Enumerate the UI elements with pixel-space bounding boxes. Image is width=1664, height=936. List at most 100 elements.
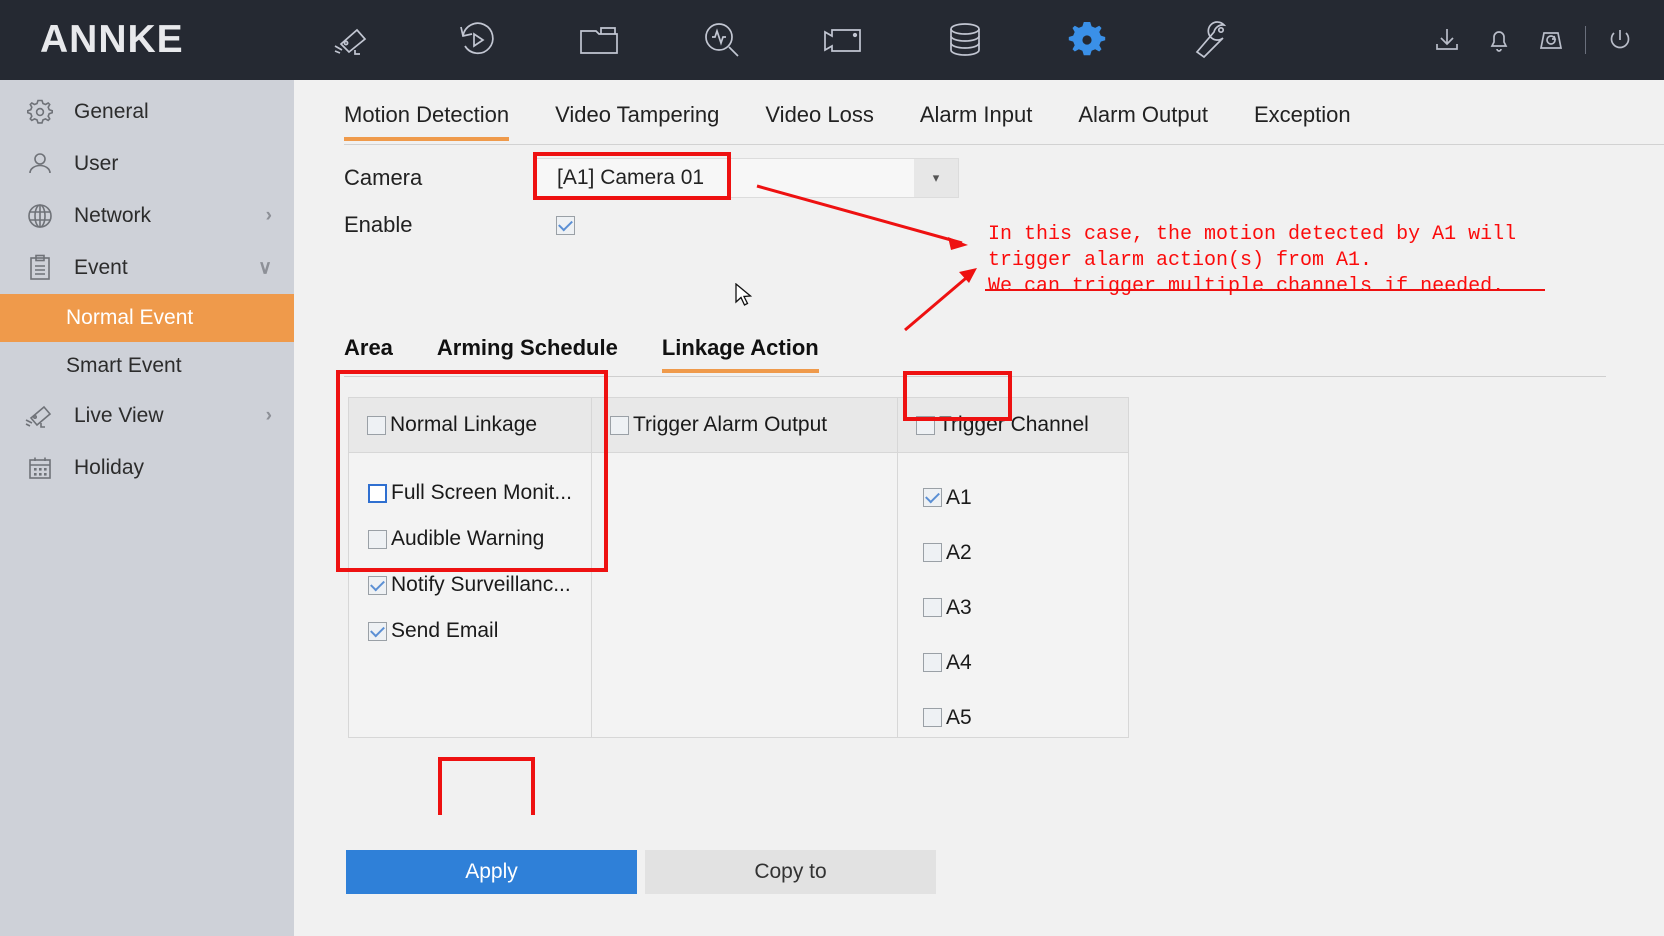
sidebar-item-label: User: [74, 152, 119, 175]
audible-warning-checkbox[interactable]: [368, 529, 387, 549]
sidebar-item-label: Holiday: [74, 456, 145, 479]
list-item-label: A5: [946, 705, 972, 729]
top-right-actions: [1421, 0, 1646, 80]
column-header-label: Normal Linkage: [390, 413, 538, 436]
linkage-sub-tabs: Area Arming Schedule Linkage Action: [344, 335, 863, 373]
sidebar-item-smart-event[interactable]: Smart Event: [0, 342, 294, 390]
list-item-label: A1: [946, 485, 972, 509]
camera-icon[interactable]: [294, 0, 416, 80]
tab-video-loss[interactable]: Video Loss: [765, 102, 873, 141]
annotation-line-1: In this case, the motion detected by A1 …: [988, 223, 1517, 246]
download-icon[interactable]: [1421, 0, 1473, 80]
sidebar-item-normal-event[interactable]: Normal Event: [0, 294, 294, 342]
tab-motion-detection[interactable]: Motion Detection: [344, 102, 510, 141]
column-header-normal-linkage: Normal Linkage: [349, 398, 591, 453]
sidebar-item-network[interactable]: Network ›: [0, 190, 294, 242]
gear-icon[interactable]: [1026, 0, 1148, 80]
list-item[interactable]: Notify Surveillanc...: [349, 562, 591, 608]
channel-a5-checkbox[interactable]: [923, 708, 942, 727]
folder-icon[interactable]: [538, 0, 660, 80]
wrench-icon[interactable]: [1148, 0, 1270, 80]
bell-icon[interactable]: [1473, 0, 1525, 80]
sidebar: General User Network › Event ∨ Normal Ev…: [0, 80, 294, 936]
sidebar-item-label: Event: [74, 256, 128, 279]
channel-a1-checkbox[interactable]: [923, 488, 942, 507]
list-item[interactable]: A3: [898, 580, 1128, 635]
power-icon[interactable]: [1594, 0, 1646, 80]
column-body: A1 A2 A3 A4 A5: [898, 453, 1128, 745]
refresh-box-icon[interactable]: [1525, 0, 1577, 80]
annotation-line-2: trigger alarm action(s) from A1.: [988, 249, 1373, 272]
column-trigger-alarm-output: Trigger Alarm Output: [592, 398, 898, 737]
channel-a2-checkbox[interactable]: [923, 543, 942, 562]
enable-row: Enable: [344, 212, 959, 238]
divider: [1585, 26, 1586, 54]
column-header-trigger-alarm-output: Trigger Alarm Output: [592, 398, 897, 453]
sidebar-item-user[interactable]: User: [0, 138, 294, 190]
camera-select[interactable]: [A1] Camera 01 ▾: [534, 158, 959, 198]
sidebar-item-label: General: [74, 100, 149, 123]
apply-button[interactable]: Apply: [346, 850, 637, 894]
annotation-line-3: We can trigger multiple channels if need…: [988, 275, 1505, 298]
list-item-label: A4: [946, 650, 972, 674]
linkage-action-table: Normal Linkage Full Screen Monit... Audi…: [348, 397, 1129, 738]
camera-row: Camera [A1] Camera 01 ▾: [344, 158, 959, 198]
list-item[interactable]: A5: [898, 690, 1128, 745]
select-all-checkbox[interactable]: [916, 415, 935, 435]
list-item[interactable]: A1: [898, 470, 1128, 525]
camera-icon: [20, 399, 60, 433]
channel-a3-checkbox[interactable]: [923, 598, 942, 617]
app-root: ANNKE General User Network › Event ∨ Nor…: [0, 0, 1664, 936]
column-normal-linkage: Normal Linkage Full Screen Monit... Audi…: [349, 398, 592, 737]
enable-label: Enable: [344, 212, 413, 237]
list-item[interactable]: A4: [898, 635, 1128, 690]
select-all-checkbox[interactable]: [610, 415, 629, 435]
list-item[interactable]: Audible Warning: [349, 516, 591, 562]
brand-logo: ANNKE: [40, 18, 184, 61]
full-screen-monitoring-checkbox[interactable]: [368, 483, 387, 503]
event-type-tabs: Motion Detection Video Tampering Video L…: [344, 102, 1397, 141]
tab-alarm-output[interactable]: Alarm Output: [1078, 102, 1208, 141]
user-icon: [20, 147, 60, 181]
sidebar-item-event[interactable]: Event ∨: [0, 242, 294, 294]
tab-area[interactable]: Area: [344, 335, 393, 373]
list-item[interactable]: A2: [898, 525, 1128, 580]
sidebar-subitem-label: Normal Event: [66, 306, 194, 329]
storage-icon[interactable]: [904, 0, 1026, 80]
list-item-label: A2: [946, 540, 972, 564]
notify-surveillance-center-checkbox[interactable]: [368, 575, 387, 595]
camera-select-value: [A1] Camera 01: [557, 166, 705, 189]
column-body: [592, 453, 897, 470]
tab-exception[interactable]: Exception: [1254, 102, 1351, 141]
tab-alarm-input[interactable]: Alarm Input: [920, 102, 1033, 141]
column-trigger-channel: Trigger Channel A1 A2 A3 A4 A5: [898, 398, 1128, 737]
clipboard-icon: [20, 251, 60, 285]
list-item-label: Full Screen Monit...: [391, 481, 572, 504]
list-item-label: Audible Warning: [391, 527, 545, 550]
playback-icon[interactable]: [416, 0, 538, 80]
select-all-checkbox[interactable]: [367, 415, 386, 435]
gear-icon: [20, 95, 60, 129]
sidebar-item-live-view[interactable]: Live View ›: [0, 390, 294, 442]
tab-arming-schedule[interactable]: Arming Schedule: [437, 335, 618, 373]
video-record-icon[interactable]: [782, 0, 904, 80]
chevron-right-icon: ›: [265, 205, 272, 226]
copy-to-button[interactable]: Copy to: [645, 850, 936, 894]
tab-video-tampering[interactable]: Video Tampering: [555, 102, 719, 141]
sidebar-item-general[interactable]: General: [0, 86, 294, 138]
sidebar-item-holiday[interactable]: Holiday: [0, 442, 294, 494]
list-item-label: A3: [946, 595, 972, 619]
list-item[interactable]: Send Email: [349, 608, 591, 654]
chevron-right-icon: ›: [265, 405, 272, 426]
search-analytics-icon[interactable]: [660, 0, 782, 80]
action-buttons: Apply Copy to: [346, 850, 936, 894]
tab-linkage-action[interactable]: Linkage Action: [661, 335, 819, 373]
send-email-checkbox[interactable]: [368, 621, 387, 641]
list-item[interactable]: Full Screen Monit...: [349, 470, 591, 516]
enable-checkbox[interactable]: [556, 215, 575, 235]
channel-a4-checkbox[interactable]: [923, 653, 942, 672]
column-header-label: Trigger Channel: [939, 413, 1089, 436]
camera-label: Camera: [344, 165, 423, 190]
chevron-down-icon[interactable]: ▾: [914, 159, 958, 197]
calendar-icon: [20, 451, 60, 485]
